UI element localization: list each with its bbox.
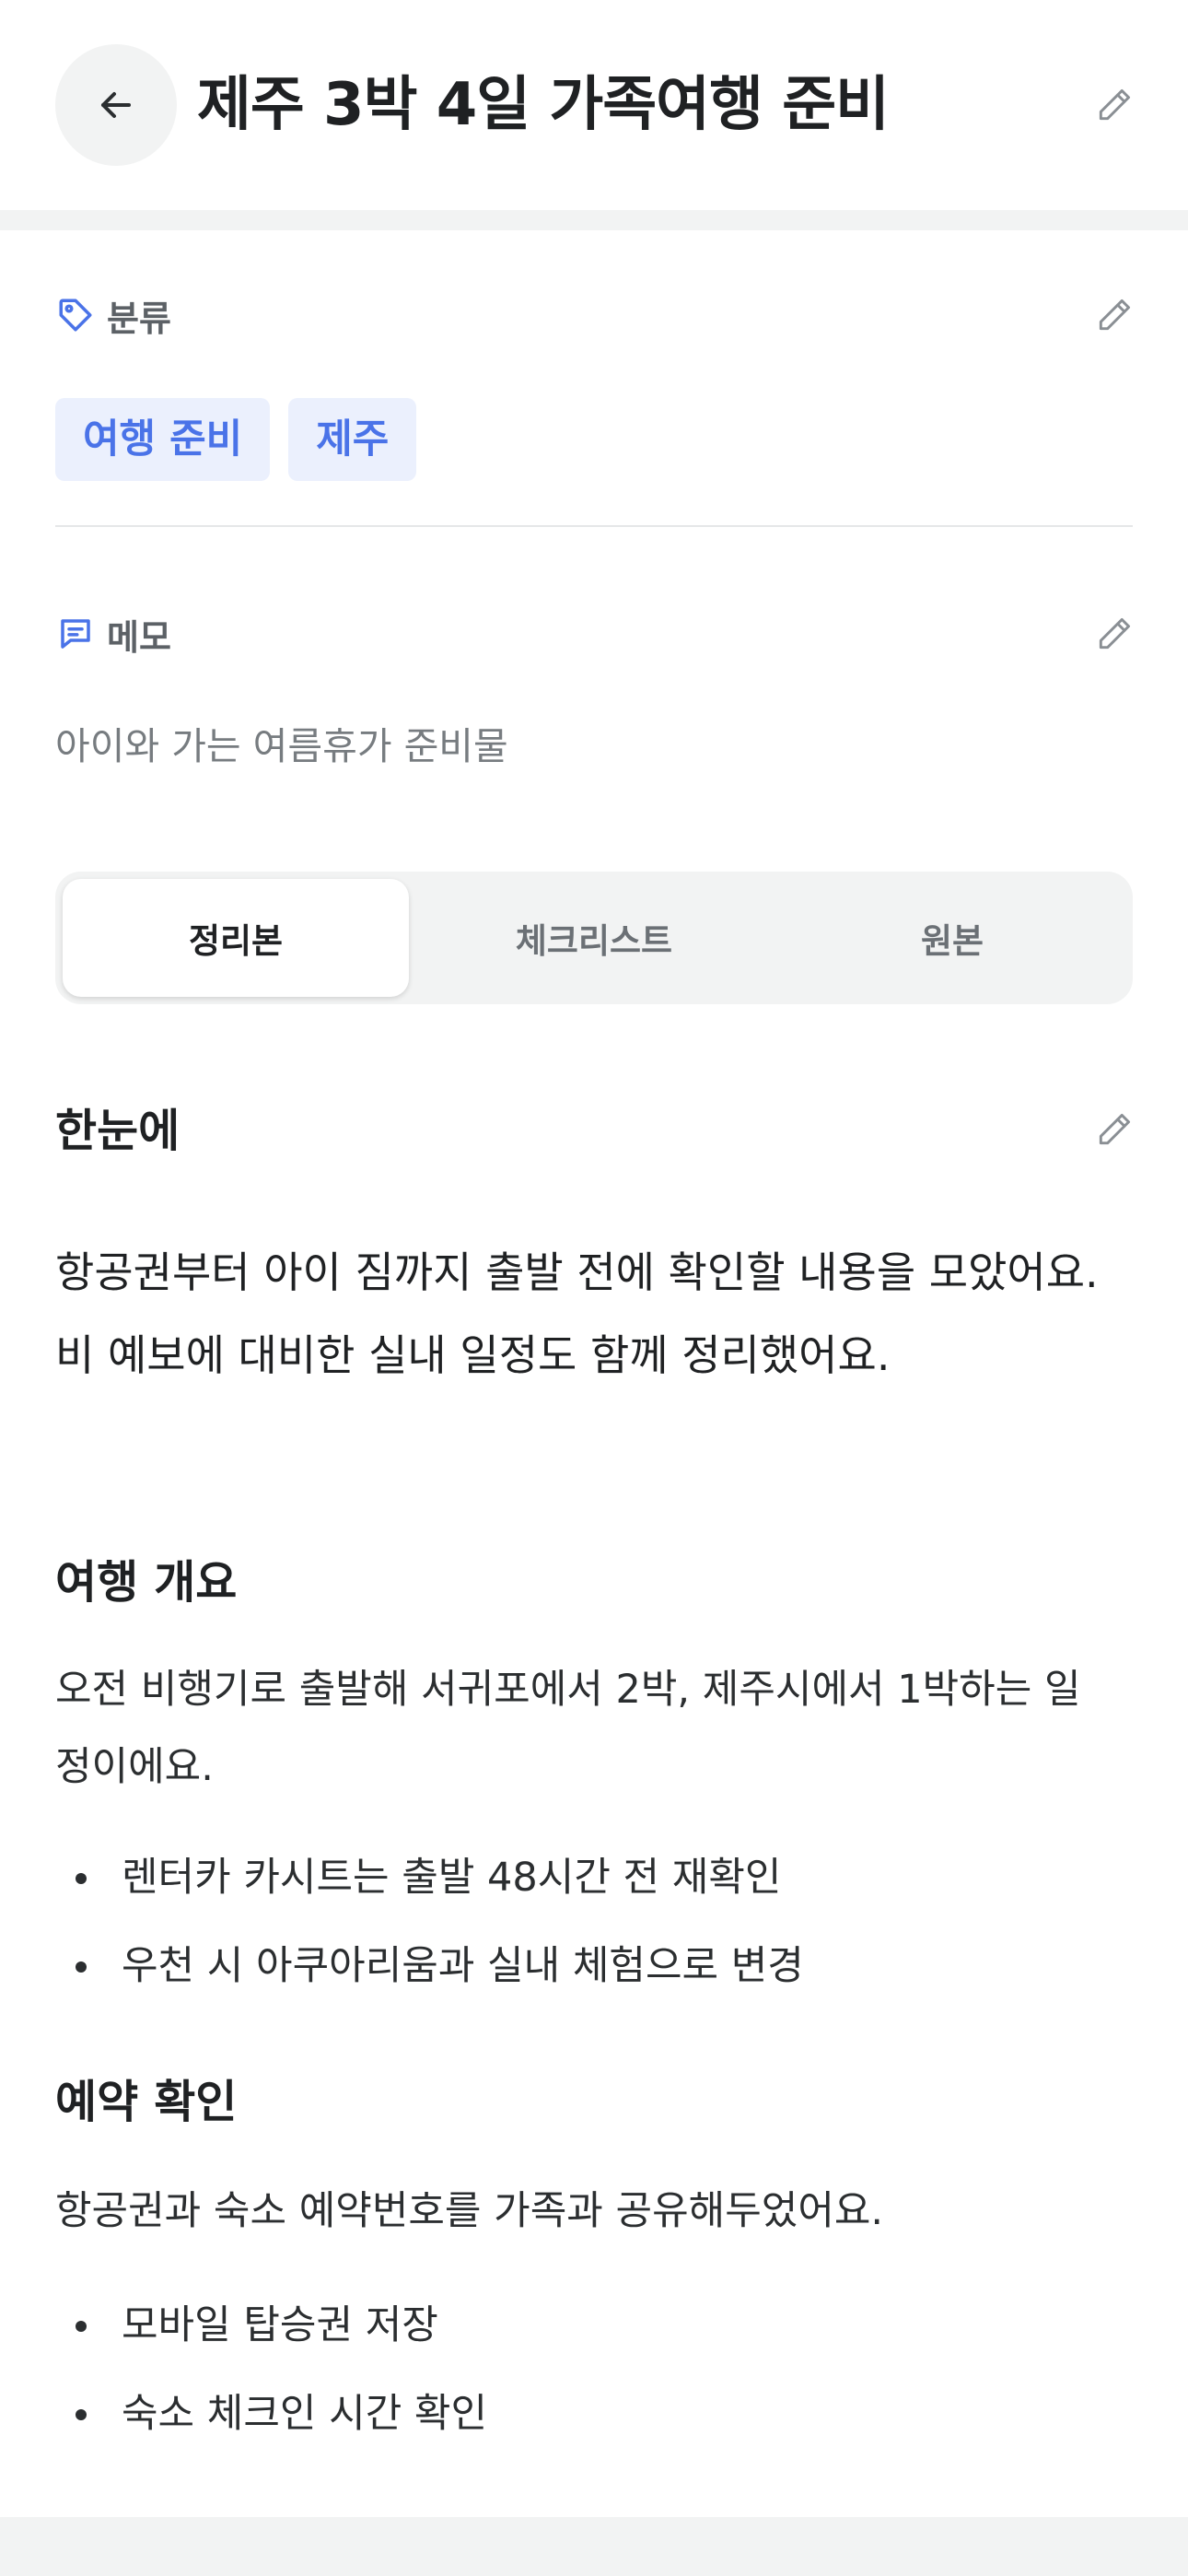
paragraph-line: 항공권과 숙소 예약번호를 가족과 공유해두었어요. xyxy=(55,2188,884,2234)
section-heading: 여행 개요 xyxy=(55,1556,238,1609)
message-icon xyxy=(55,614,96,654)
bullet-list: 렌터카 카시트는 출발 48시간 전 재확인 우천 시 아쿠아리움과 실내 체험… xyxy=(55,1833,1133,2010)
category-label: 분류 xyxy=(107,298,171,339)
edit-summary-button[interactable] xyxy=(1089,1104,1140,1155)
tag-list: 여행 준비 제주 xyxy=(55,398,417,481)
bullet-list: 모바일 탑승권 저장 숙소 체크인 시간 확인 xyxy=(55,2281,1133,2458)
pencil-icon xyxy=(1099,299,1131,331)
summary-line: 항공권부터 아이 짐까지 출발 전에 확인할 내용을 모았어요. xyxy=(55,1247,1099,1297)
pencil-icon xyxy=(1099,88,1131,121)
tag-chip[interactable]: 여행 준비 xyxy=(55,398,271,481)
list-item: 숙소 체크인 시간 확인 xyxy=(55,2370,1133,2458)
section-heading: 예약 확인 xyxy=(55,2076,238,2128)
section-paragraph: 항공권과 숙소 예약번호를 가족과 공유해두었어요. xyxy=(55,2172,1133,2250)
list-item: 렌터카 카시트는 출발 48시간 전 재확인 xyxy=(55,1833,1133,1922)
memo-text: 아이와 가는 여름휴가 준비물 xyxy=(55,724,508,768)
list-item: 모바일 탑승권 저장 xyxy=(55,2281,1133,2370)
tag-chip[interactable]: 제주 xyxy=(288,398,417,481)
tab-summary[interactable]: 정리본 xyxy=(63,879,409,997)
divider xyxy=(55,525,1133,527)
arrow-left-icon xyxy=(101,92,131,118)
pencil-icon xyxy=(1099,1113,1131,1145)
summary-line: 비 예보에 대비한 실내 일정도 함께 정리했어요. xyxy=(55,1330,891,1380)
tab-original[interactable]: 원본 xyxy=(779,879,1125,997)
edit-title-button[interactable] xyxy=(1089,79,1140,131)
tab-checklist[interactable]: 체크리스트 xyxy=(421,879,767,997)
bullet-dot xyxy=(76,1961,87,1973)
edit-category-button[interactable] xyxy=(1089,289,1140,341)
edit-memo-button[interactable] xyxy=(1089,608,1140,660)
view-tabs: 정리본 체크리스트 원본 xyxy=(55,872,1133,1004)
pencil-icon xyxy=(1099,617,1131,650)
paragraph-line: 정이에요. xyxy=(55,1744,214,1790)
section-divider xyxy=(0,210,1188,230)
paragraph-line: 오전 비행기로 출발해 서귀포에서 2박, 제주시에서 1박하는 일 xyxy=(55,1667,1081,1713)
category-header: 분류 xyxy=(55,289,171,341)
summary-text: 항공권부터 아이 짐까지 출발 전에 확인할 내용을 모았어요. 비 예보에 대… xyxy=(55,1231,1151,1397)
section-paragraph: 오전 비행기로 출발해 서귀포에서 2박, 제주시에서 1박하는 일 정이에요. xyxy=(55,1651,1133,1806)
memo-header: 메모 xyxy=(55,608,171,660)
bullet-dot xyxy=(76,1873,87,1884)
bullet-dot xyxy=(76,2409,87,2420)
bottom-divider xyxy=(0,2517,1188,2576)
list-item: 우천 시 아쿠아리움과 실내 체험으로 변경 xyxy=(55,1922,1133,2010)
header: 제주 3박 4일 가족여행 준비 xyxy=(0,0,1188,210)
summary-heading: 한눈에 xyxy=(55,1105,181,1157)
tag-icon xyxy=(55,295,96,335)
back-button[interactable] xyxy=(55,44,177,166)
memo-label: 메모 xyxy=(107,616,171,658)
page-title: 제주 3박 4일 가족여행 준비 xyxy=(197,71,890,139)
bullet-dot xyxy=(76,2321,87,2332)
